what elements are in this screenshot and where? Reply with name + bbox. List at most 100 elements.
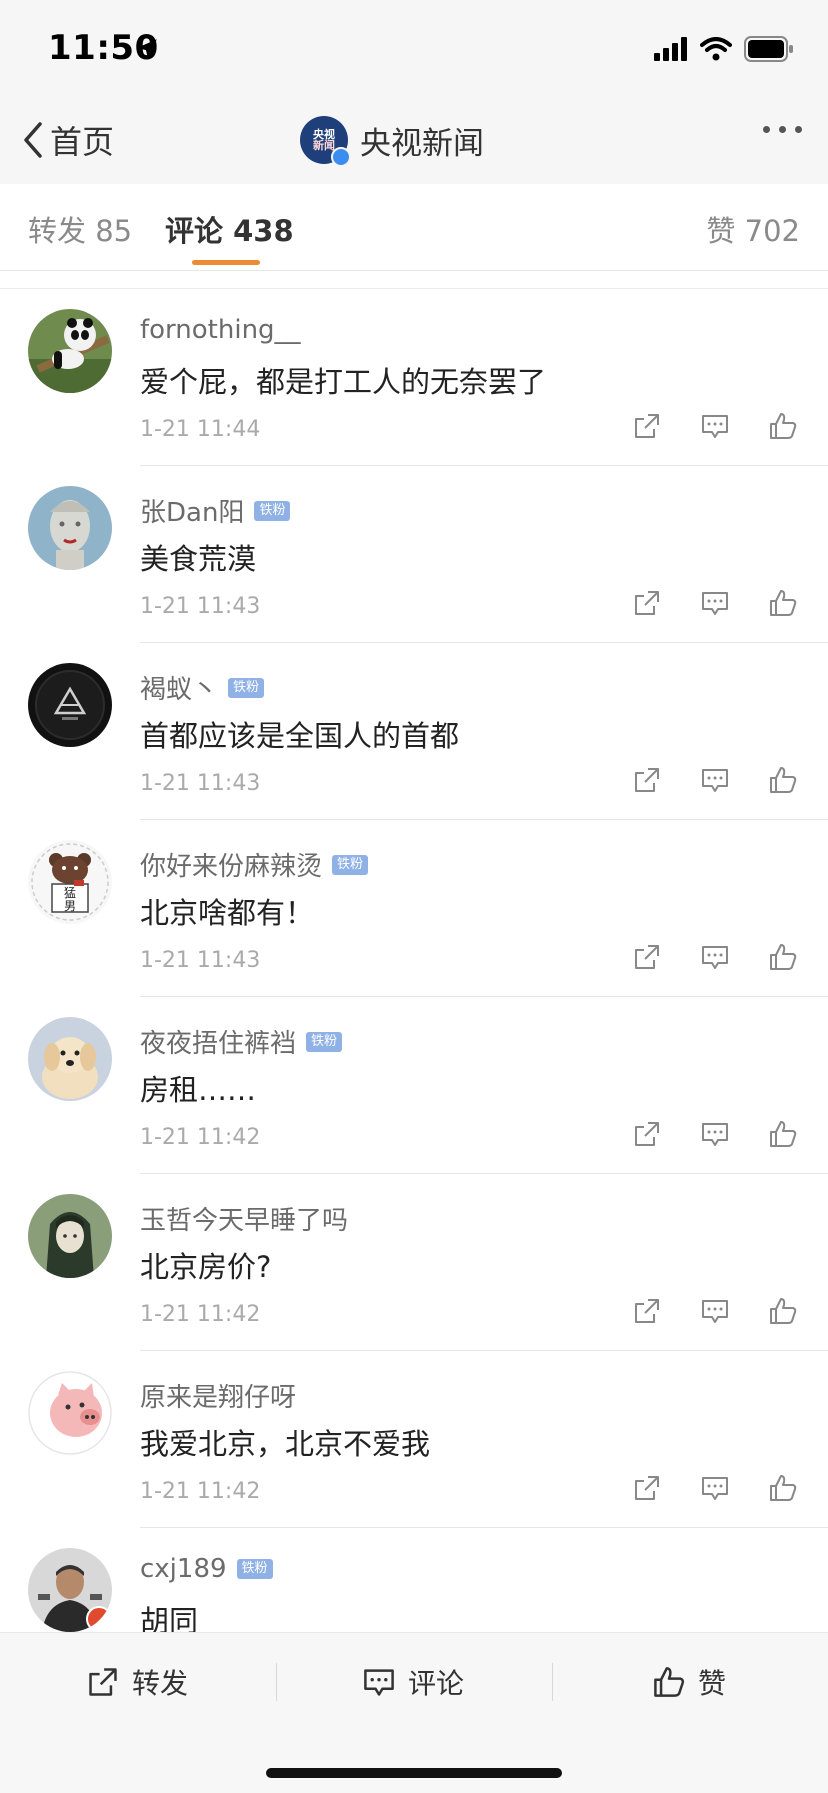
- cellular-signal-icon: [654, 37, 687, 61]
- username[interactable]: 你好来份麻辣烫: [140, 846, 322, 883]
- tab-comments[interactable]: 评论 438: [165, 208, 294, 250]
- comment-actions: [632, 1473, 798, 1503]
- share-icon[interactable]: [632, 942, 662, 972]
- comment-item: 玉哲今天早睡了吗 北京房价? 1-21 11:42: [0, 1174, 828, 1351]
- tab-repost-count: 85: [95, 214, 133, 248]
- account-avatar: 央视 新闻: [300, 116, 351, 167]
- reply-icon[interactable]: [700, 588, 730, 618]
- username-row: 褐蚁丶 铁粉: [140, 669, 265, 706]
- reply-icon[interactable]: [700, 765, 730, 795]
- comment-actions: [632, 588, 798, 618]
- back-button[interactable]: 首页: [20, 114, 114, 166]
- fan-badge: 铁粉: [306, 1031, 343, 1052]
- share-icon[interactable]: [632, 588, 662, 618]
- comment-item: 猛 男 你好来份麻辣烫 铁粉 北京啥都有！ 1-21 11:43: [0, 820, 828, 997]
- comment-text: 北京啥都有！: [140, 896, 315, 930]
- avatar-text: 猛: [64, 886, 76, 900]
- tab-comments-count: 438: [233, 214, 294, 248]
- username[interactable]: 夜夜捂住裤裆: [140, 1023, 296, 1060]
- username[interactable]: 张Dan阳: [140, 492, 244, 529]
- comment-text: 美食荒漠: [140, 542, 257, 576]
- avatar[interactable]: [28, 1548, 112, 1632]
- like-icon[interactable]: [768, 1119, 798, 1149]
- comment-time: 1-21 11:42: [140, 1479, 261, 1504]
- more-dot-icon: [779, 126, 786, 133]
- comment-item: 张Dan阳 铁粉 美食荒漠 1-21 11:43: [0, 466, 828, 643]
- username-row: cxj189 铁粉: [140, 1554, 273, 1584]
- avatar[interactable]: [28, 309, 112, 393]
- comment-button[interactable]: 评论: [362, 1657, 464, 1707]
- comment-list[interactable]: fornothing__ 爱个屁，都是打工人的无奈罢了 1-21 11:44 张…: [0, 270, 828, 1632]
- comment-icon: [364, 1669, 394, 1696]
- username-row: 你好来份麻辣烫 铁粉: [140, 846, 369, 883]
- username[interactable]: 玉哲今天早睡了吗: [140, 1200, 348, 1237]
- like-icon[interactable]: [768, 765, 798, 795]
- username-row: fornothing__: [140, 315, 301, 345]
- like-icon[interactable]: [768, 1296, 798, 1326]
- like-button[interactable]: 赞: [652, 1657, 726, 1707]
- comment-item: 褐蚁丶 铁粉 首都应该是全国人的首都 1-21 11:43: [0, 643, 828, 820]
- fan-badge: 铁粉: [254, 500, 291, 521]
- reply-icon[interactable]: [700, 1473, 730, 1503]
- avatar[interactable]: [28, 1371, 112, 1455]
- reply-icon[interactable]: [700, 1296, 730, 1326]
- comment-text: 胡同: [140, 1604, 199, 1632]
- comment-time: 1-21 11:42: [140, 1125, 261, 1150]
- reply-icon[interactable]: [700, 1119, 730, 1149]
- fan-badge: 铁粉: [228, 677, 265, 698]
- tab-bar: 转发 85 评论 438 赞 702: [0, 184, 828, 271]
- reply-icon[interactable]: [700, 411, 730, 441]
- avatar[interactable]: [28, 486, 112, 570]
- like-icon[interactable]: [768, 588, 798, 618]
- account-avatar-text-2: 新闻: [313, 139, 335, 152]
- avatar[interactable]: [28, 1194, 112, 1278]
- avatar[interactable]: 猛 男: [28, 840, 112, 924]
- comment-actions: [632, 942, 798, 972]
- username-row: 张Dan阳 铁粉: [140, 492, 291, 529]
- location-arrow-icon: [137, 39, 157, 59]
- fan-badge: 铁粉: [332, 854, 369, 875]
- like-icon[interactable]: [768, 411, 798, 441]
- more-options-button[interactable]: [763, 126, 802, 133]
- like-icon[interactable]: [768, 1473, 798, 1503]
- comment-item: 原来是翔仔呀 我爱北京，北京不爱我 1-21 11:42: [0, 1351, 828, 1528]
- like-label: 赞: [698, 1667, 727, 1700]
- repost-label: 转发: [132, 1667, 189, 1700]
- account-header[interactable]: 央视 新闻 央视新闻: [300, 114, 484, 167]
- share-icon[interactable]: [632, 765, 662, 795]
- username-row: 原来是翔仔呀: [140, 1377, 296, 1414]
- comment-time: 1-21 11:42: [140, 1302, 261, 1327]
- username[interactable]: fornothing__: [140, 315, 301, 345]
- share-icon[interactable]: [632, 1473, 662, 1503]
- reply-icon[interactable]: [700, 942, 730, 972]
- comment-actions: [632, 765, 798, 795]
- comment-text: 房租……: [140, 1073, 257, 1107]
- comment-item: cxj189 铁粉 胡同: [0, 1528, 828, 1632]
- home-indicator[interactable]: [266, 1768, 562, 1778]
- username[interactable]: 原来是翔仔呀: [140, 1377, 296, 1414]
- avatar[interactable]: [28, 663, 112, 747]
- repost-icon: [89, 1668, 117, 1696]
- share-icon[interactable]: [632, 411, 662, 441]
- tab-likes[interactable]: 赞 702: [706, 208, 800, 250]
- avatar[interactable]: [28, 1017, 112, 1101]
- comment-text: 我爱北京，北京不爱我: [140, 1427, 431, 1461]
- comment-actions: [632, 1119, 798, 1149]
- like-icon[interactable]: [768, 942, 798, 972]
- comment-time: 1-21 11:43: [140, 594, 261, 619]
- repost-button[interactable]: 转发: [86, 1657, 188, 1707]
- vip-badge-icon: [86, 1606, 112, 1632]
- tab-repost[interactable]: 转发 85: [28, 208, 132, 250]
- share-icon[interactable]: [632, 1119, 662, 1149]
- comment-actions: [632, 411, 798, 441]
- username[interactable]: 褐蚁丶: [140, 669, 218, 706]
- comment-time: 1-21 11:43: [140, 948, 261, 973]
- divider: [276, 1663, 277, 1701]
- active-tab-indicator: [192, 260, 260, 265]
- chevron-left-icon: [24, 122, 42, 158]
- nav-bar: 首页 央视 新闻 央视新闻: [0, 96, 828, 185]
- comment-label: 评论: [408, 1667, 465, 1700]
- comment-actions: [632, 1296, 798, 1326]
- username[interactable]: cxj189: [140, 1554, 227, 1584]
- share-icon[interactable]: [632, 1296, 662, 1326]
